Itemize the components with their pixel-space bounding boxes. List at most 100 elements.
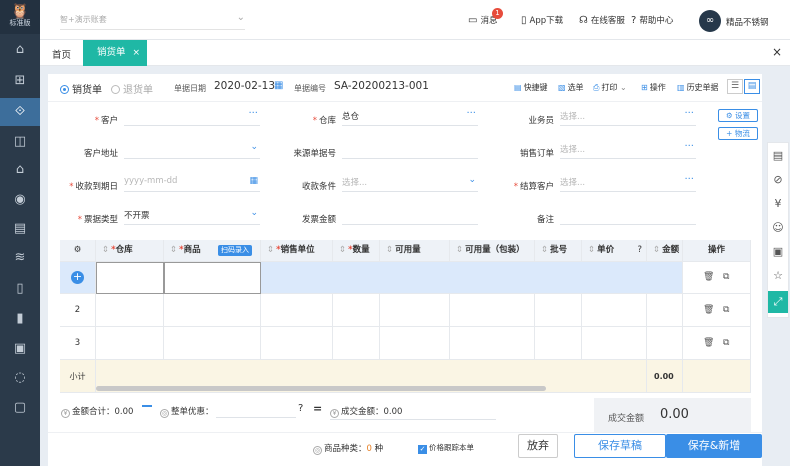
sales-icon[interactable]: ⟐ xyxy=(0,98,40,126)
table-cell[interactable] xyxy=(647,294,683,327)
price-track-checkbox[interactable]: ✓ 价格跟踪本单 xyxy=(418,442,474,454)
document-icon[interactable]: ▯ xyxy=(0,275,40,303)
shortcut-button[interactable]: ▤ 快捷键 xyxy=(514,82,548,93)
link-icon[interactable]: ⊘ xyxy=(768,169,788,191)
close-icon[interactable]: × xyxy=(132,40,140,66)
app-download-button[interactable]: ▯ App下载 xyxy=(521,14,563,26)
save-draft-button[interactable]: 保存草稿 xyxy=(574,434,666,458)
settings-button[interactable]: ⚙ 设置 xyxy=(718,109,758,122)
delete-icon[interactable]: 🗑 xyxy=(703,272,714,282)
chevron-down-icon[interactable]: ⌄ xyxy=(250,142,258,152)
notes-icon[interactable]: ▤ xyxy=(768,145,788,167)
help-icon[interactable]: ? xyxy=(298,403,303,414)
table-cell[interactable] xyxy=(164,327,261,360)
list-view-icon[interactable]: ☰ xyxy=(727,79,743,94)
calculator-icon[interactable]: ▣ xyxy=(768,241,788,263)
table-cell[interactable] xyxy=(380,327,450,360)
home-icon[interactable]: ⌂ xyxy=(0,36,40,64)
table-cell[interactable] xyxy=(96,327,164,360)
table-cell[interactable] xyxy=(450,327,535,360)
invoice-amount-field[interactable] xyxy=(342,209,478,225)
history-button[interactable]: ▥ 历史单据 xyxy=(677,82,719,93)
discount-input[interactable] xyxy=(216,417,296,418)
terms-field[interactable]: 选择... ⌄ xyxy=(342,175,478,192)
gift-icon[interactable]: ⊞ xyxy=(0,67,40,95)
more-icon[interactable]: ··· xyxy=(684,108,694,119)
more-icon[interactable]: ··· xyxy=(248,108,258,119)
bag-icon[interactable]: ◫ xyxy=(0,128,40,156)
more-icon[interactable]: ··· xyxy=(684,141,694,152)
settle-customer-field[interactable]: 选择... ··· xyxy=(560,174,696,192)
warehouse-icon[interactable]: ⌂ xyxy=(0,156,40,184)
table-cell[interactable] xyxy=(333,327,380,360)
table-cell[interactable] xyxy=(380,294,450,327)
select-order-button[interactable]: ▧ 选单 xyxy=(558,82,584,93)
customer-field[interactable]: ··· xyxy=(124,108,260,126)
copy-icon[interactable]: ⧉ xyxy=(723,272,729,282)
more-icon[interactable]: ··· xyxy=(466,108,476,119)
table-cell[interactable] xyxy=(164,294,261,327)
print-button[interactable]: ⎙ 打印 ⌄ xyxy=(593,82,627,93)
sales-order-field[interactable]: 选择... ··· xyxy=(560,141,696,159)
account-selector[interactable]: 智+演示账套 ⌄ xyxy=(60,12,245,30)
copy-icon[interactable]: ⧉ xyxy=(723,338,729,348)
table-cell[interactable] xyxy=(582,294,647,327)
save-and-new-button[interactable]: 保存&新增 xyxy=(666,434,762,458)
star-icon[interactable]: ☆ xyxy=(768,265,788,287)
avatar[interactable]: ∞ xyxy=(699,10,721,32)
warehouse-field[interactable]: 总仓 ··· xyxy=(342,108,478,126)
add-row-icon[interactable]: + xyxy=(71,271,84,284)
salesman-field[interactable]: 选择... ··· xyxy=(560,108,696,126)
remark-field[interactable] xyxy=(560,209,696,225)
calendar-icon[interactable]: ▦ xyxy=(274,80,285,91)
report-icon[interactable]: ▤ xyxy=(0,215,40,243)
row1-warehouse-input[interactable] xyxy=(96,262,164,294)
horizontal-scrollbar[interactable] xyxy=(96,386,546,391)
settings-box-icon[interactable]: ▢ xyxy=(0,394,40,422)
tab-home[interactable]: 首页 xyxy=(52,47,71,61)
yen-circle-icon[interactable]: ¥ xyxy=(768,193,788,215)
date-value[interactable]: 2020-02-13 xyxy=(214,80,275,92)
source-field[interactable] xyxy=(342,143,478,159)
close-page-icon[interactable]: × xyxy=(772,45,782,59)
table-cell[interactable] xyxy=(450,294,535,327)
invoice-type-select[interactable]: 不开票 ⌄ xyxy=(124,208,260,225)
calendar-icon[interactable]: ▦ xyxy=(249,176,258,186)
face-icon[interactable]: ☺ xyxy=(768,217,788,239)
radio-sales-order[interactable]: 销货单 xyxy=(60,81,102,96)
online-service-button[interactable]: ☊ 在线客服 xyxy=(579,14,625,26)
column-settings-icon[interactable]: ⚙ xyxy=(60,240,96,262)
logistics-button[interactable]: + 物流 xyxy=(718,127,758,140)
scan-entry-button[interactable]: 扫码录入 xyxy=(218,245,252,256)
table-cell[interactable] xyxy=(535,294,582,327)
due-date-field[interactable]: yyyy-mm-dd ▦ xyxy=(124,176,260,192)
row1-product-input[interactable] xyxy=(164,262,261,294)
delete-icon[interactable]: 🗑 xyxy=(703,305,714,315)
help-center-button[interactable]: ? 帮助中心 xyxy=(631,14,673,26)
chevron-down-icon[interactable]: ⌄ xyxy=(468,175,476,185)
expand-icon[interactable]: ⤢ xyxy=(768,291,788,313)
card-view-icon[interactable]: ▤ xyxy=(744,79,760,94)
operation-button[interactable]: ⊞ 操作 xyxy=(641,82,666,93)
money-bag-icon[interactable]: ◉ xyxy=(0,186,40,214)
table-cell[interactable] xyxy=(333,294,380,327)
delete-icon[interactable]: 🗑 xyxy=(703,338,714,348)
data-board-icon[interactable]: ▣ xyxy=(0,335,40,363)
chevron-down-icon[interactable]: ⌄ xyxy=(250,208,258,218)
loop-icon[interactable]: ◌ xyxy=(0,364,40,392)
address-field[interactable]: ⌄ xyxy=(124,142,260,159)
clipboard-icon[interactable]: ▮ xyxy=(0,305,40,333)
copy-icon[interactable]: ⧉ xyxy=(723,305,729,315)
more-icon[interactable]: ··· xyxy=(684,174,694,185)
table-cell[interactable] xyxy=(96,294,164,327)
help-icon[interactable]: ? xyxy=(637,240,642,260)
table-cell[interactable] xyxy=(261,327,333,360)
user-name[interactable]: 精品不锈钢 xyxy=(726,16,769,28)
stack-icon[interactable]: ≋ xyxy=(0,244,40,272)
abandon-button[interactable]: 放弃 xyxy=(518,434,558,458)
table-cell[interactable] xyxy=(261,294,333,327)
table-cell[interactable] xyxy=(647,327,683,360)
table-cell[interactable] xyxy=(535,327,582,360)
tab-sales-order[interactable]: 销货单 × xyxy=(83,40,147,66)
row1-cells[interactable] xyxy=(261,262,683,294)
